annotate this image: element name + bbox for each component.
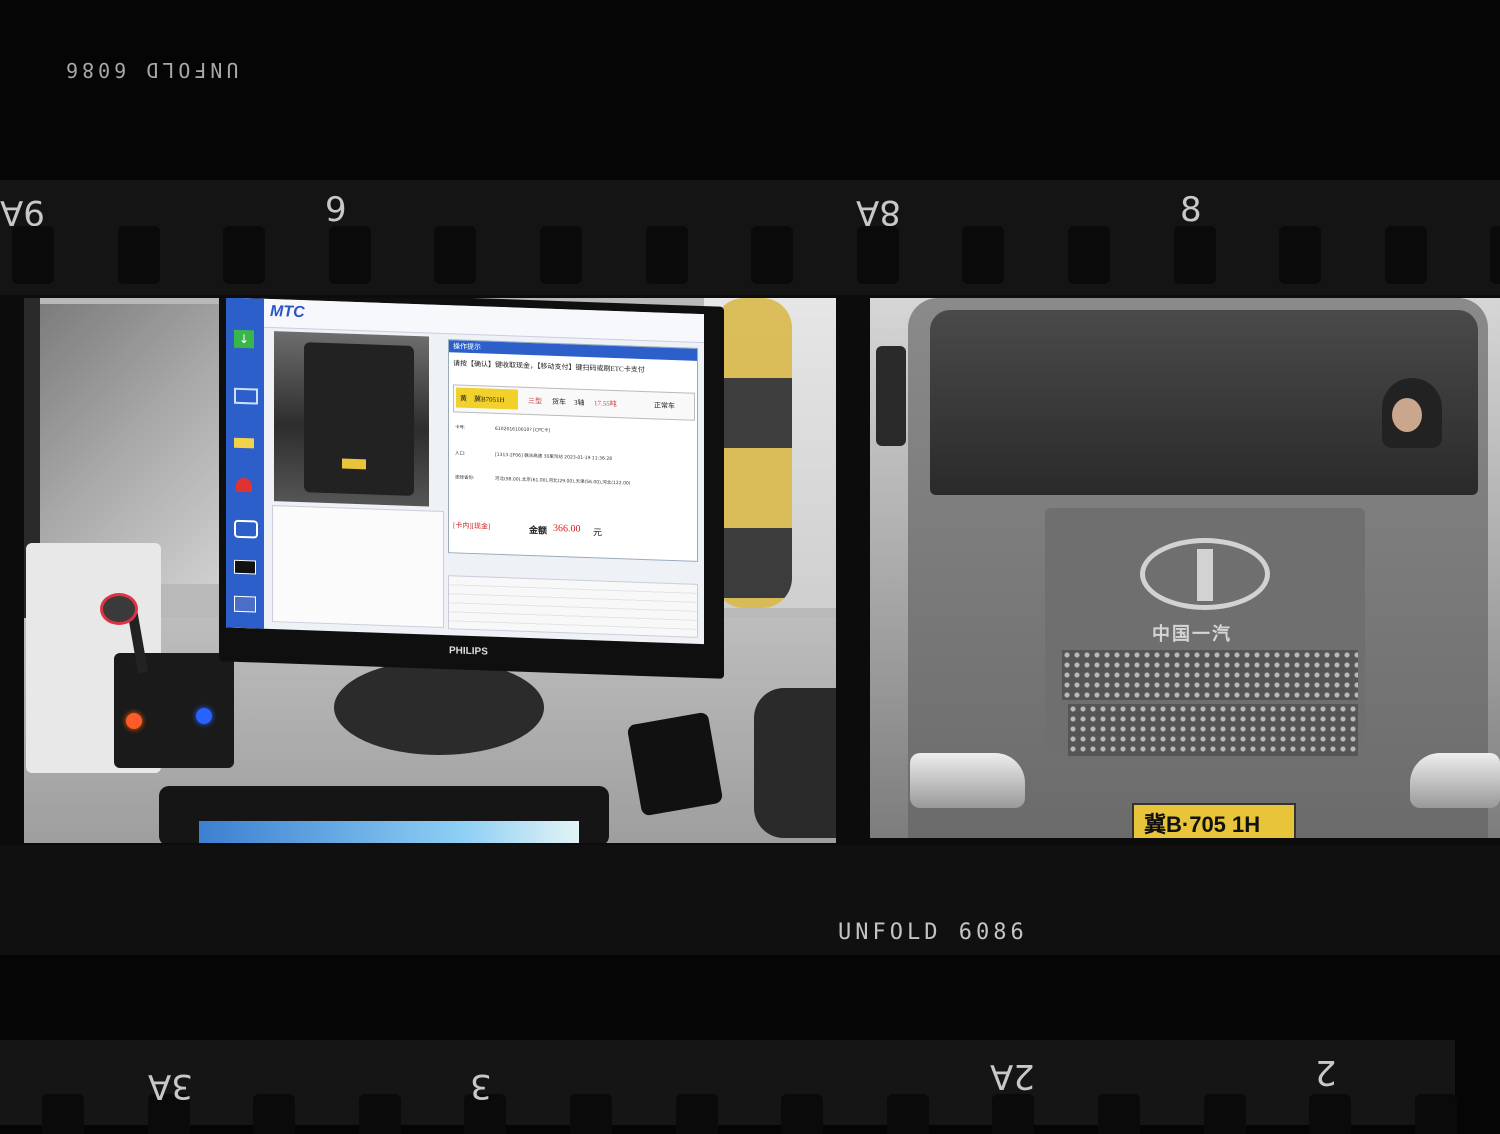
camera-truck-cab — [304, 342, 414, 496]
sprocket-hole — [856, 226, 899, 284]
photo-frame-toll-booth: PHILIPS ↓ MTC 操作提示 请按【确认】键收取现金，【移动支付】键扫码… — [24, 298, 836, 843]
monitor-bezel: PHILIPS ↓ MTC 操作提示 请按【确认】键收取现金，【移动支付】键扫码… — [219, 298, 724, 679]
path-value: 河北(98.00),北京(61.00),河北(29.00),天津(56.00),… — [495, 476, 631, 487]
entry-value: [1313-2F06] 赣冰高速 30里沟站 2023-01-19 11:36:… — [495, 452, 613, 462]
sprocket-hole — [1068, 226, 1110, 284]
amount-label: 金额 — [529, 525, 548, 536]
faw-logo-icon — [1140, 538, 1270, 610]
sprocket-hole — [1414, 1094, 1457, 1134]
sprocket-hole — [328, 226, 371, 284]
sprocket-hole — [1098, 1094, 1140, 1134]
sprocket-hole — [1384, 226, 1427, 284]
side-mirror — [876, 346, 906, 446]
sprocket-hole — [570, 1094, 612, 1134]
sprocket-hole — [962, 226, 1005, 284]
edge-number-3: 3 — [470, 1066, 492, 1106]
driver-face — [1392, 398, 1422, 432]
license-plate: 冀B·705 1H — [1132, 803, 1296, 838]
camera-plate — [342, 458, 366, 470]
sprocket-hole — [886, 1094, 929, 1134]
path-label: 途经省份: — [455, 475, 475, 482]
scanner-device — [754, 688, 836, 838]
sprocket-hole — [12, 226, 54, 284]
license-plate-text: 冀B·705 1H — [1144, 812, 1261, 837]
sprocket-hole — [253, 1094, 296, 1134]
monitor-brand-label: PHILIPS — [449, 645, 488, 658]
film-band-bottom — [0, 845, 1500, 955]
sprocket-hole — [992, 1094, 1035, 1134]
instruction-text: 请按【确认】键收取现金，【移动支付】键扫码或刷ETC卡支付 — [453, 359, 645, 375]
left-headlight — [910, 753, 1025, 808]
edge-number-2: 2 — [1315, 1052, 1337, 1092]
edge-number-9: 9 — [325, 190, 347, 230]
app-logo: MTC — [270, 302, 305, 322]
sprocket-hole — [1309, 1094, 1352, 1134]
lane-camera-image — [274, 331, 429, 507]
axle-count: 3轴 — [574, 398, 585, 407]
amount-unit: 元 — [593, 527, 603, 538]
sprocket-hole — [675, 1094, 718, 1134]
transaction-table — [448, 575, 698, 638]
lower-grille — [1068, 704, 1358, 756]
right-headlight — [1410, 753, 1500, 808]
sprocket-hole — [645, 226, 688, 284]
sprocket-hole — [1203, 1094, 1246, 1134]
vehicle-type: 货车 — [552, 397, 566, 407]
sprocket-hole — [540, 226, 582, 284]
entry-label: 入口: — [455, 451, 466, 457]
booth-window-left — [38, 304, 223, 584]
sidebar-download-icon[interactable]: ↓ — [234, 329, 254, 349]
screen-sidebar: ↓ — [226, 298, 264, 629]
sprocket-hole — [1173, 226, 1216, 284]
sprocket-hole — [117, 226, 160, 284]
sprocket-hole — [223, 226, 266, 284]
film-code-bottom: UNFOLD 6086 — [838, 920, 1028, 945]
vehicle-class: 三型 — [528, 396, 542, 406]
vehicle-weight: 17.55吨 — [594, 399, 617, 409]
tablet-screen — [199, 821, 579, 843]
plate-color: 黄 — [460, 394, 467, 403]
card-reader — [626, 711, 724, 817]
card-label: 卡号: — [455, 425, 466, 431]
amount-value: 366.00 — [553, 522, 581, 535]
plate-number: 冀B7051H — [474, 395, 505, 405]
intercom-box — [114, 653, 234, 768]
edge-number-2a: 2A — [990, 1056, 1035, 1096]
sprocket-hole — [358, 1094, 401, 1134]
monitor-stand — [334, 660, 544, 755]
payment-mode: [卡内][现金] — [453, 521, 491, 531]
sprocket-hole — [751, 226, 794, 284]
barrier-pole — [714, 298, 792, 608]
vehicle-status: 正常车 — [654, 401, 675, 411]
monitor-screen: ↓ MTC 操作提示 请按【确认】键收取现金，【移动支付】键扫码或刷ETC卡支付 — [226, 298, 704, 645]
vehicle-info-row: 黄 冀B7051H 三型 货车 3轴 17.55吨 正常车 — [453, 384, 695, 421]
faw-logo-mark — [1197, 549, 1213, 601]
sidebar-card-icon[interactable] — [234, 387, 258, 405]
sidebar-tool-icon[interactable] — [234, 595, 256, 613]
sidebar-alarm-icon[interactable] — [236, 477, 252, 493]
sprocket-hole — [434, 226, 477, 284]
event-log — [272, 505, 444, 629]
intercom-blue-light-icon — [196, 708, 212, 724]
sprocket-hole — [1490, 226, 1500, 284]
faw-badge-text: 中国一汽 — [1152, 624, 1232, 645]
sprocket-hole — [1279, 226, 1322, 284]
sidebar-settings-icon[interactable] — [234, 519, 258, 539]
card-number: 610201610010? [CPC卡] — [495, 426, 551, 434]
intercom-red-light-icon — [126, 713, 142, 729]
edge-number-8: 8 — [1180, 190, 1202, 230]
sprocket-hole — [42, 1094, 84, 1134]
tablet-device — [159, 786, 609, 843]
sidebar-printer-icon[interactable] — [234, 559, 256, 575]
edge-number-3a: 3A — [148, 1066, 193, 1106]
sprocket-hole — [781, 1094, 824, 1134]
sidebar-truck-icon[interactable] — [234, 437, 254, 449]
panel-title: 操作提示 — [449, 340, 697, 361]
microphone-head-icon — [100, 593, 138, 625]
upper-grille — [1062, 650, 1358, 700]
operation-prompt-panel: 操作提示 请按【确认】键收取现金，【移动支付】键扫码或刷ETC卡支付 黄 冀B7… — [448, 339, 698, 562]
film-code-top: UNFOLD 6086 — [62, 58, 239, 82]
photo-frame-truck: 中国一汽 冀B·705 1H — [870, 298, 1500, 838]
